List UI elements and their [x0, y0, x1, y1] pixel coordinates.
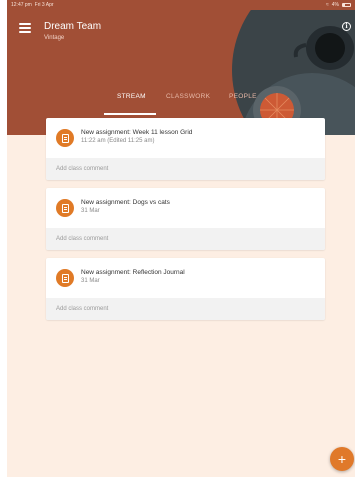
active-tab-indicator: [104, 113, 156, 115]
app-screen: 12:47 pm Fri 3 Apr ≈ 4% Dream Team Vinta…: [7, 0, 355, 477]
add-fab-button[interactable]: +: [330, 447, 354, 471]
class-subtitle: Vintage: [44, 35, 65, 41]
info-icon[interactable]: i: [342, 22, 351, 31]
status-time-date: 12:47 pm Fri 3 Apr: [11, 2, 54, 8]
assignment-time: 11:22 am (Edited 11:25 am): [81, 138, 155, 144]
assignment-item[interactable]: New assignment: Week 11 lesson Grid 11:2…: [46, 118, 325, 158]
assignment-item[interactable]: New assignment: Dogs vs cats 31 Mar: [46, 188, 325, 228]
assignment-icon: [56, 269, 74, 287]
class-title: Dream Team: [44, 21, 102, 32]
assignment-title: New assignment: Dogs vs cats: [81, 199, 170, 206]
class-header: Dream Team Vintage i STREAM CLASSWORK PE…: [7, 10, 355, 135]
battery-icon: [342, 3, 351, 7]
stream-list: New assignment: Week 11 lesson Grid 11:2…: [46, 118, 325, 328]
tab-people[interactable]: PEOPLE: [229, 93, 257, 100]
assignment-time: 31 Mar: [81, 278, 100, 284]
tab-stream[interactable]: STREAM: [117, 93, 146, 100]
status-right: ≈ 4%: [326, 2, 351, 8]
add-class-comment[interactable]: Add class comment: [46, 228, 325, 250]
tab-classwork[interactable]: CLASSWORK: [166, 93, 210, 100]
add-class-comment[interactable]: Add class comment: [46, 298, 325, 320]
assignment-icon: [56, 199, 74, 217]
hamburger-menu-icon[interactable]: [19, 23, 31, 33]
battery-percent: 4%: [331, 2, 339, 8]
stream-card: New assignment: Dogs vs cats 31 Mar Add …: [46, 188, 325, 250]
status-bar: 12:47 pm Fri 3 Apr ≈ 4%: [7, 0, 355, 10]
assignment-title: New assignment: Week 11 lesson Grid: [81, 129, 193, 136]
assignment-time: 31 Mar: [81, 208, 100, 214]
stream-card: New assignment: Week 11 lesson Grid 11:2…: [46, 118, 325, 180]
tab-bar: STREAM CLASSWORK PEOPLE: [7, 91, 355, 111]
assignment-icon: [56, 129, 74, 147]
wifi-icon: ≈: [326, 2, 329, 8]
add-class-comment[interactable]: Add class comment: [46, 158, 325, 180]
assignment-title: New assignment: Reflection Journal: [81, 269, 185, 276]
assignment-item[interactable]: New assignment: Reflection Journal 31 Ma…: [46, 258, 325, 298]
stream-card: New assignment: Reflection Journal 31 Ma…: [46, 258, 325, 320]
status-time: 12:47 pm: [11, 2, 32, 8]
status-date: Fri 3 Apr: [34, 2, 54, 8]
